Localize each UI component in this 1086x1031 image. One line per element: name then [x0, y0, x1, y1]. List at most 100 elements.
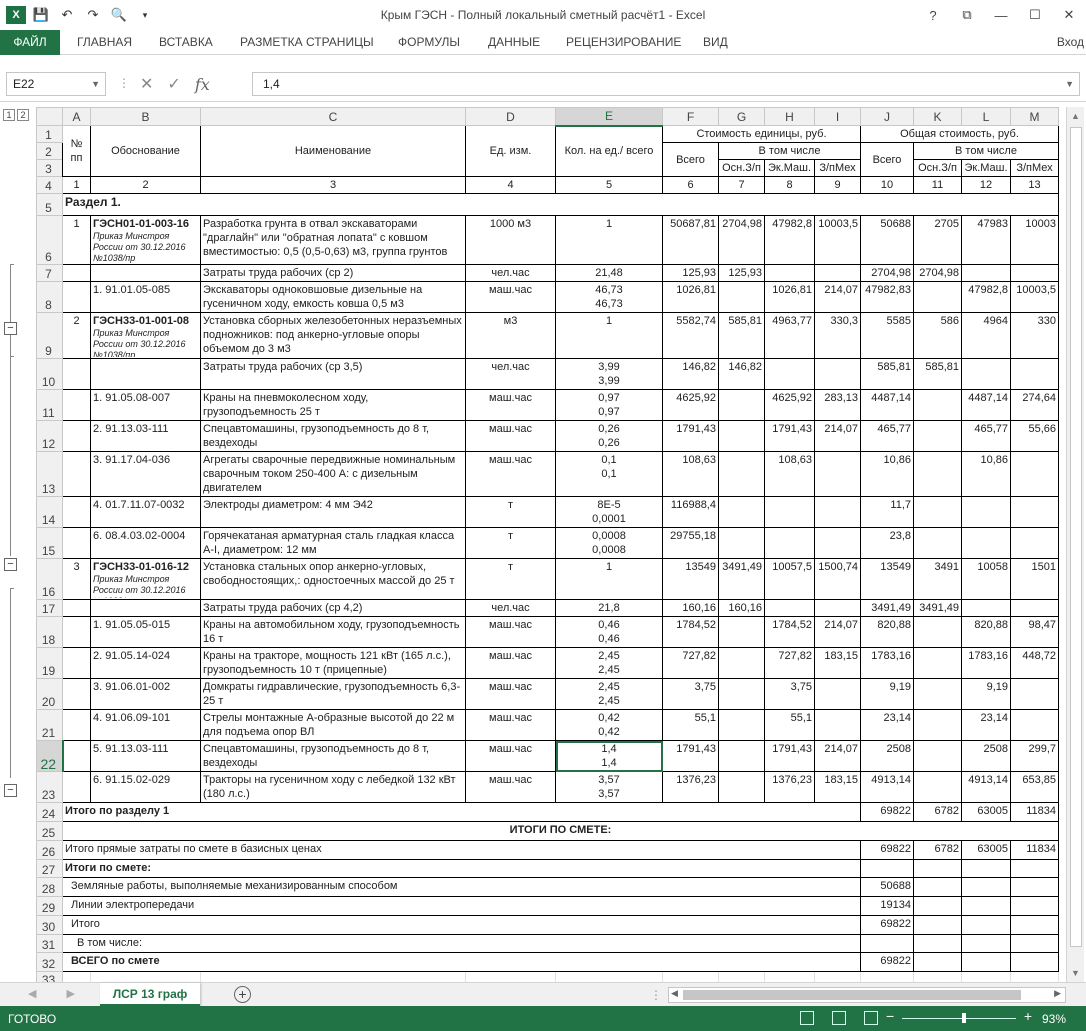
cell-num[interactable] — [62, 678, 91, 710]
empty-cell[interactable] — [1010, 934, 1059, 953]
incl-label[interactable]: В том числе: — [62, 934, 861, 953]
cell-unit[interactable]: т — [465, 527, 556, 559]
empty-cell[interactable] — [860, 934, 914, 953]
cell-g[interactable] — [718, 451, 765, 497]
cell-qty[interactable]: 3,99 3,99 — [555, 358, 663, 390]
cell-m[interactable]: 55,66 — [1010, 420, 1059, 452]
cell-num[interactable]: 3 — [62, 558, 91, 600]
cell-qty[interactable]: 0,0008 0,0008 — [555, 527, 663, 559]
empty-cell[interactable] — [662, 971, 719, 982]
cell-k[interactable]: 586 — [913, 312, 962, 359]
cell-unit[interactable]: чел.час — [465, 599, 556, 617]
cell-basis[interactable]: 6. 91.15.02-029 — [90, 771, 201, 803]
cell-qty[interactable]: 46,73 46,73 — [555, 281, 663, 313]
cell-i[interactable] — [814, 599, 861, 617]
col-header-f[interactable]: F — [662, 107, 719, 126]
cell-unit[interactable]: чел.час — [465, 264, 556, 282]
empty-cell[interactable] — [465, 971, 556, 982]
header-mach[interactable]: Эк.Маш. — [961, 159, 1011, 177]
total-j[interactable]: 69822 — [860, 802, 914, 822]
empty-cell[interactable] — [961, 896, 1011, 916]
cell-unit[interactable]: т — [465, 558, 556, 600]
cell-i[interactable]: 214,07 — [814, 420, 861, 452]
cell-h[interactable] — [764, 599, 815, 617]
row-header[interactable]: 20 — [36, 678, 63, 710]
help-button[interactable]: ? — [916, 0, 950, 30]
col-header-e[interactable]: E — [555, 107, 663, 127]
cell-num[interactable] — [62, 709, 91, 741]
zoom-slider[interactable]: − + — [886, 1008, 1032, 1025]
cell-f[interactable]: 29755,18 — [662, 527, 719, 559]
header-num[interactable]: № пп — [62, 125, 91, 177]
row-header[interactable]: 27 — [36, 859, 63, 878]
total-label[interactable]: Итого по разделу 1 — [62, 802, 861, 822]
row-header[interactable]: 3 — [36, 159, 63, 177]
empty-cell[interactable] — [860, 971, 914, 982]
scroll-right-icon[interactable]: ▶ — [1054, 988, 1061, 999]
header-unit-cost[interactable]: Стоимость единицы, руб. — [662, 125, 861, 143]
header-index[interactable]: 9 — [814, 176, 861, 194]
row-header[interactable]: 4 — [36, 176, 63, 194]
cell-basis[interactable] — [90, 358, 201, 390]
row-header[interactable]: 1 — [36, 125, 63, 143]
cell-basis[interactable]: ГЭСН01-01-003-16 Приказ Минстроя России о… — [90, 215, 201, 265]
empty-cell[interactable] — [961, 971, 1011, 982]
cell-h[interactable]: 108,63 — [764, 451, 815, 497]
col-header-j[interactable]: J — [860, 107, 914, 126]
close-button[interactable]: ✕ — [1052, 0, 1086, 30]
cell-l[interactable]: 1783,16 — [961, 647, 1011, 679]
empty-cell[interactable] — [1010, 859, 1059, 878]
cell-h[interactable]: 47982,8 — [764, 215, 815, 265]
cell-j[interactable]: 585,81 — [860, 358, 914, 390]
header-index[interactable]: 11 — [913, 176, 962, 194]
cell-qty[interactable]: 2,45 2,45 — [555, 647, 663, 679]
total-l[interactable]: 63005 — [961, 840, 1011, 860]
cell-num[interactable] — [62, 451, 91, 497]
cell-num[interactable] — [62, 599, 91, 617]
collapse-group-button[interactable]: − — [4, 558, 17, 571]
cell-basis[interactable]: 3. 91.17.04-036 — [90, 451, 201, 497]
scroll-down-icon[interactable]: ▼ — [1071, 968, 1080, 978]
row-header[interactable]: 24 — [36, 802, 63, 822]
cell-k[interactable]: 3491 — [913, 558, 962, 600]
cell-name[interactable]: Стрелы монтажные А-образные высотой до 2… — [200, 709, 466, 741]
collapse-group-button[interactable]: − — [4, 784, 17, 797]
cell-basis[interactable]: 3. 91.06.01-002 — [90, 678, 201, 710]
cell-f[interactable]: 50687,81 — [662, 215, 719, 265]
row-header[interactable]: 7 — [36, 264, 63, 282]
cell-k[interactable] — [913, 771, 962, 803]
cell-i[interactable]: 214,07 — [814, 616, 861, 648]
cell-num[interactable] — [62, 647, 91, 679]
sign-in-link[interactable]: Вход — [1057, 30, 1084, 55]
cell-g[interactable] — [718, 420, 765, 452]
cell-num[interactable] — [62, 616, 91, 648]
cell-f[interactable]: 5582,74 — [662, 312, 719, 359]
cell-qty[interactable]: 0,97 0,97 — [555, 389, 663, 421]
cell-num[interactable] — [62, 264, 91, 282]
cell-qty[interactable]: 0,46 0,46 — [555, 616, 663, 648]
tab-page-layout[interactable]: РАЗМЕТКА СТРАНИЦЫ — [240, 30, 374, 55]
cell-l[interactable]: 820,88 — [961, 616, 1011, 648]
cell-j[interactable]: 2508 — [860, 740, 914, 772]
cell-unit[interactable]: маш.час — [465, 740, 556, 772]
tab-insert[interactable]: ВСТАВКА — [159, 30, 213, 55]
cell-unit[interactable]: маш.час — [465, 616, 556, 648]
empty-cell[interactable] — [961, 952, 1011, 972]
cell-k[interactable] — [913, 496, 962, 528]
cell-j[interactable]: 2704,98 — [860, 264, 914, 282]
cell-l[interactable] — [961, 358, 1011, 390]
cell-m[interactable]: 653,85 — [1010, 771, 1059, 803]
total-label[interactable]: Линии электропередачи — [62, 896, 861, 916]
cell-m[interactable] — [1010, 451, 1059, 497]
cell-f[interactable]: 4625,92 — [662, 389, 719, 421]
row-header[interactable]: 11 — [36, 389, 63, 421]
cell-num[interactable] — [62, 358, 91, 390]
cell-l[interactable]: 23,14 — [961, 709, 1011, 741]
page-break-view-icon[interactable] — [864, 1011, 878, 1025]
col-header-d[interactable]: D — [465, 107, 556, 126]
row-header[interactable]: 14 — [36, 496, 63, 528]
cell-name[interactable]: Установка сборных железобетонных неразъе… — [200, 312, 466, 359]
col-header-i[interactable]: I — [814, 107, 861, 126]
empty-cell[interactable] — [1010, 877, 1059, 897]
cell-i[interactable]: 214,07 — [814, 281, 861, 313]
